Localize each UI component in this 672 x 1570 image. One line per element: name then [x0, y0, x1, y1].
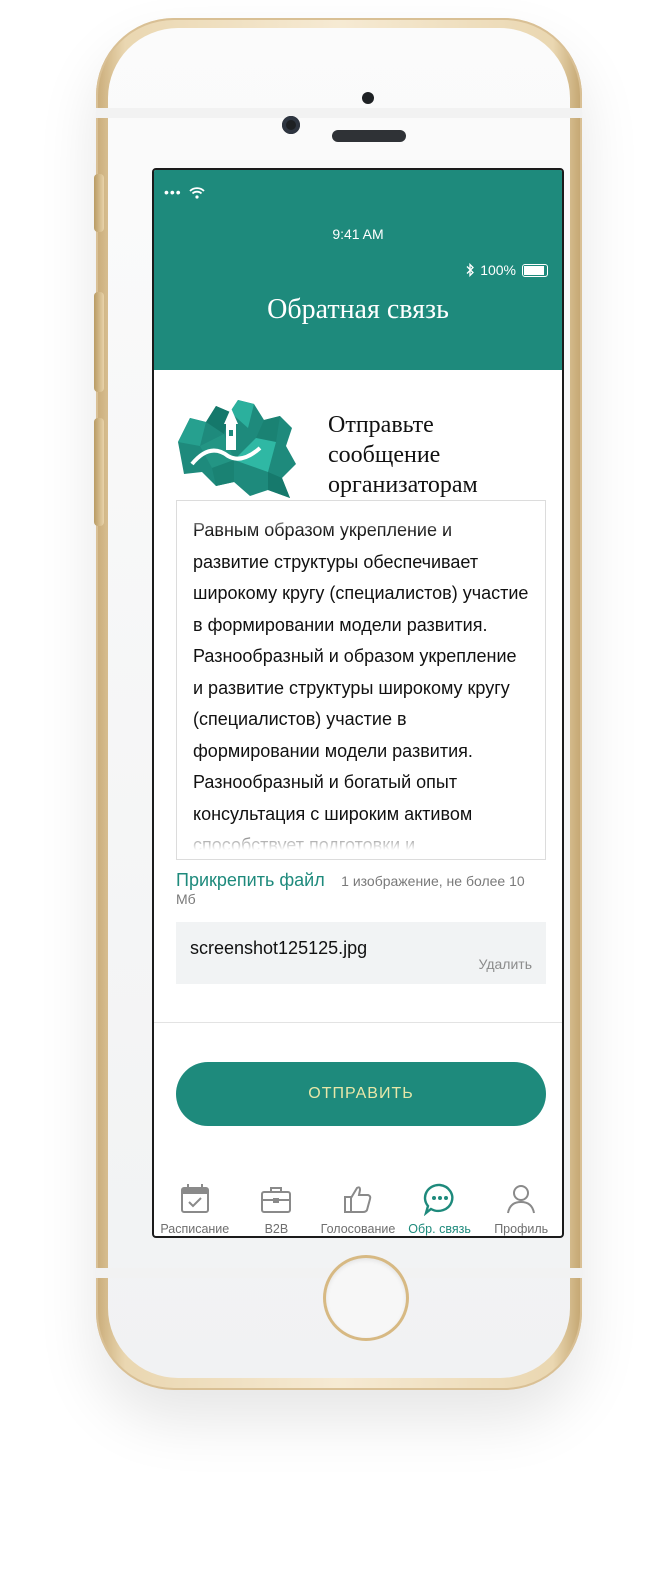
message-fade-bottom — [177, 823, 545, 859]
tab-voting[interactable]: Голосование — [318, 1182, 398, 1236]
hero-section: Отправьте сообщение организаторам саммит… — [172, 394, 542, 528]
russia-map-icon — [178, 400, 296, 498]
attached-file-row: screenshot125125.jpg Удалить — [176, 922, 546, 984]
calendar-icon — [180, 1184, 209, 1213]
proximity-sensor — [362, 92, 374, 104]
wifi-icon — [188, 187, 205, 199]
divider — [154, 1022, 562, 1023]
attach-file-link[interactable]: Прикрепить файл — [176, 870, 325, 890]
volume-down-button — [94, 418, 104, 526]
briefcase-icon — [261, 1187, 292, 1213]
mute-switch — [94, 174, 104, 232]
bluetooth-icon — [466, 263, 475, 277]
signal-icon: ••• — [164, 184, 182, 200]
tab-profile[interactable]: Профиль — [481, 1182, 561, 1236]
battery-status: 100% — [466, 262, 548, 278]
person-icon — [507, 1185, 536, 1214]
send-button[interactable]: ОТПРАВИТЬ — [176, 1062, 546, 1126]
tab-label-voting: Голосование — [320, 1222, 396, 1236]
battery-percent: 100% — [480, 262, 516, 278]
tab-label-schedule: Расписание — [160, 1222, 230, 1236]
front-camera — [282, 116, 300, 134]
page-title: Обратная связь — [267, 294, 449, 325]
top-bar: ••• 9:41 AM 100% Обратная связь — [154, 170, 562, 370]
earpiece-speaker — [332, 130, 406, 142]
message-fade-top — [177, 501, 545, 533]
attached-file-name: screenshot125125.jpg — [190, 938, 368, 958]
tab-label-b2b: B2B — [264, 1222, 289, 1236]
antenna-line-top — [96, 108, 582, 118]
signal-wifi-indicator: ••• — [164, 184, 205, 200]
tab-label-feedback: Обр. связь — [408, 1222, 471, 1236]
attach-row: Прикрепить файл 1 изображение, не более … — [176, 870, 546, 907]
message-text: Равным образом укрепление и развитие стр… — [193, 520, 529, 855]
tab-bar: Расписание B2B Голосование Обр. связь Пр… — [154, 1158, 562, 1236]
volume-up-button — [94, 292, 104, 392]
tab-label-profile: Профиль — [494, 1222, 549, 1236]
home-button[interactable] — [326, 1258, 406, 1338]
thumbs-up-icon — [343, 1186, 372, 1213]
message-textarea[interactable]: Равным образом укрепление и развитие стр… — [176, 500, 546, 860]
app-screen: ••• 9:41 AM 100% Обратная связь Отправьт… — [152, 168, 564, 1238]
tab-schedule[interactable]: Расписание — [155, 1182, 235, 1236]
chat-bubble-icon — [423, 1183, 454, 1216]
tab-feedback[interactable]: Обр. связь — [400, 1182, 480, 1236]
status-time: 9:41 AM — [332, 226, 384, 242]
delete-file-button[interactable]: Удалить — [479, 956, 532, 972]
tab-b2b[interactable]: B2B — [236, 1182, 316, 1236]
battery-icon — [522, 263, 548, 277]
